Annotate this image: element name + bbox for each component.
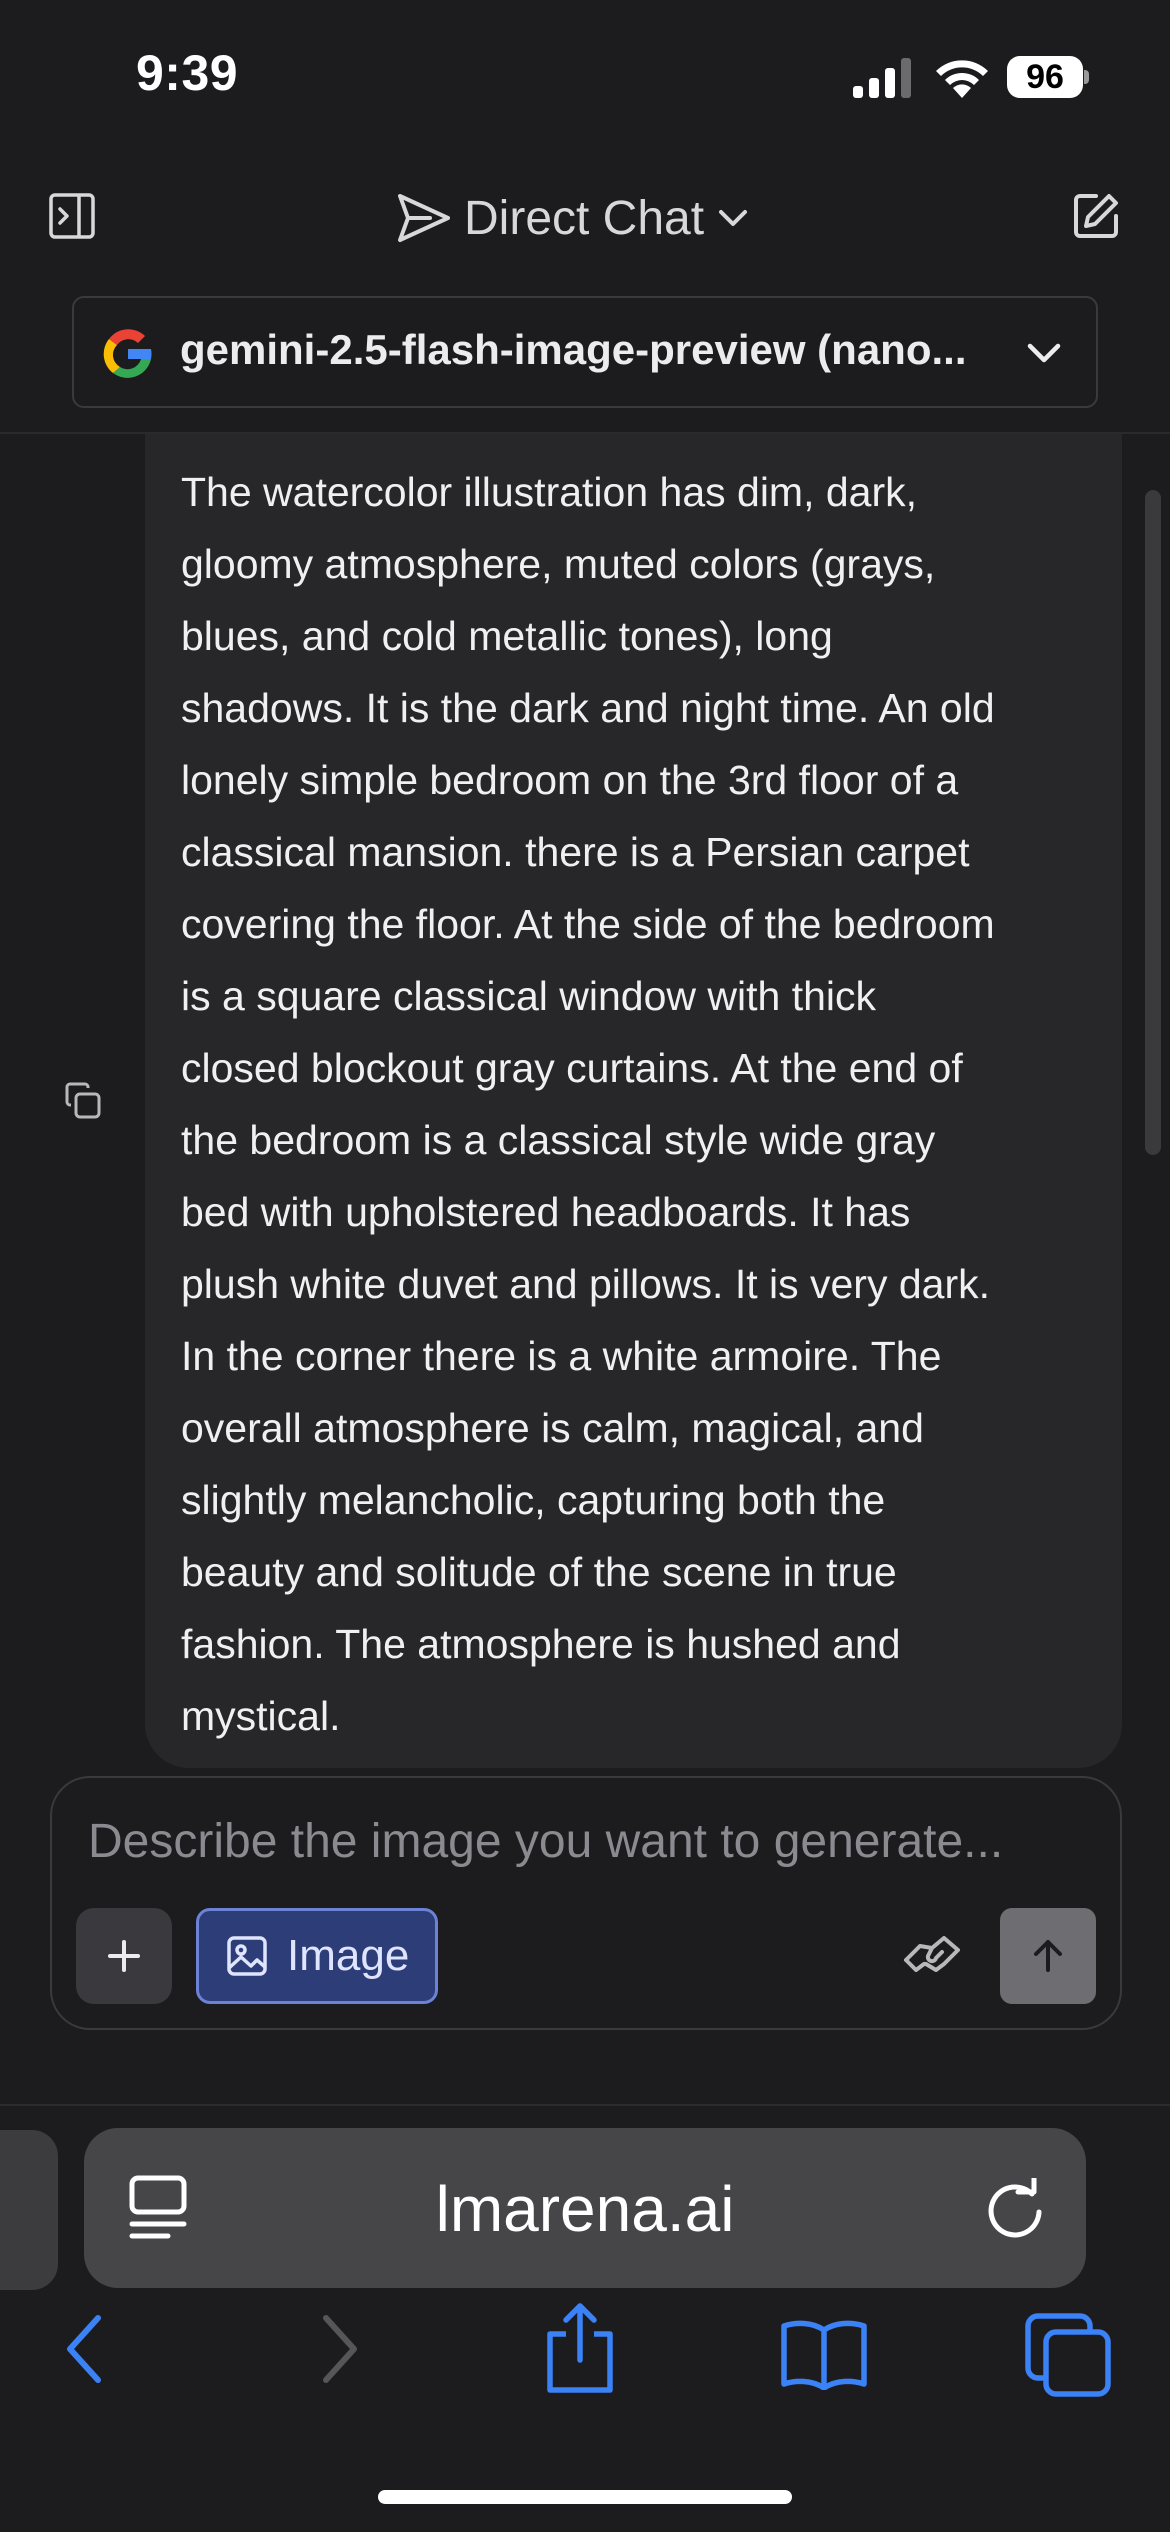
message-line: slightly melancholic, capturing both the bbox=[181, 1477, 886, 1523]
back-icon[interactable] bbox=[60, 2310, 110, 2388]
plus-icon bbox=[108, 1940, 140, 1972]
model-name: gemini-2.5-flash-image-preview (nano... bbox=[180, 326, 967, 373]
battery-level: 96 bbox=[1007, 56, 1083, 98]
copy-icon[interactable] bbox=[64, 1082, 102, 1120]
prompt-composer: Describe the image you want to generate.… bbox=[50, 1776, 1122, 2030]
chat-mode-selector[interactable]: Direct Chat bbox=[396, 188, 750, 248]
screen: 9:39 96 Direct Chat gemini-2.5-flash-ima… bbox=[0, 0, 1170, 2532]
image-mode-button[interactable]: Image bbox=[196, 1908, 438, 2004]
image-button-label: Image bbox=[287, 1931, 410, 1980]
message-line: The watercolor illustration has dim, dar… bbox=[181, 469, 918, 515]
message-line: gloomy atmosphere, muted colors (grays, bbox=[181, 541, 936, 587]
sidebar-toggle-icon[interactable] bbox=[48, 192, 96, 240]
wifi-icon bbox=[936, 60, 988, 98]
address-bar[interactable]: lmarena.ai bbox=[84, 2128, 1086, 2288]
edit-icon[interactable] bbox=[1070, 190, 1122, 242]
url-text: lmarena.ai bbox=[435, 2173, 735, 2245]
message-line: In the corner there is a white armoire. … bbox=[181, 1333, 942, 1379]
add-attachment-button[interactable] bbox=[76, 1908, 172, 2004]
send-button[interactable] bbox=[1000, 1908, 1096, 2004]
bookmarks-icon[interactable] bbox=[778, 2318, 870, 2390]
home-indicator[interactable] bbox=[378, 2490, 792, 2504]
message-line: mystical. bbox=[181, 1693, 341, 1739]
reload-icon[interactable] bbox=[984, 2178, 1046, 2240]
message-line: overall atmosphere is calm, magical, and bbox=[181, 1405, 924, 1451]
chat-scrollbar[interactable] bbox=[1145, 490, 1161, 1155]
message-line: fashion. The atmosphere is hushed and bbox=[181, 1621, 901, 1667]
arrow-up-icon bbox=[1034, 1940, 1062, 1972]
chevron-down-icon bbox=[719, 210, 748, 226]
forward-icon[interactable] bbox=[314, 2310, 364, 2388]
message-line: the bedroom is a classical style wide gr… bbox=[181, 1117, 936, 1163]
prompt-input[interactable]: Describe the image you want to generate.… bbox=[88, 1814, 1088, 1869]
battery-icon: 96 bbox=[1007, 56, 1089, 98]
previous-tab[interactable] bbox=[0, 2130, 58, 2290]
message-line: blues, and cold metallic tones), long bbox=[181, 613, 833, 659]
cellular-signal-icon bbox=[853, 58, 911, 98]
chevron-down-icon bbox=[1027, 343, 1061, 363]
message-line: lonely simple bedroom on the 3rd floor o… bbox=[181, 757, 959, 803]
message-line: covering the floor. At the side of the b… bbox=[181, 901, 995, 947]
user-message: The watercolor illustration has dim, dar… bbox=[145, 434, 1122, 1768]
tabs-icon[interactable] bbox=[1024, 2312, 1112, 2398]
handshake-icon[interactable] bbox=[898, 1918, 968, 1988]
message-line: beauty and solitude of the scene in true bbox=[181, 1549, 897, 1595]
image-icon bbox=[227, 1936, 267, 1976]
message-line: is a square classical window with thick bbox=[181, 973, 876, 1019]
share-icon[interactable] bbox=[540, 2300, 620, 2396]
message-line: closed blockout gray curtains. At the en… bbox=[181, 1045, 963, 1091]
message-line: bed with upholstered headboards. It has bbox=[181, 1189, 911, 1235]
status-time: 9:39 bbox=[136, 45, 239, 101]
chat-mode-title: Direct Chat bbox=[464, 191, 705, 245]
message-text: The watercolor illustration has dim, dar… bbox=[181, 456, 1101, 1752]
message-line: plush white duvet and pillows. It is ver… bbox=[181, 1261, 990, 1307]
google-logo-icon bbox=[103, 329, 152, 378]
model-selector[interactable]: gemini-2.5-flash-image-preview (nano... bbox=[72, 296, 1098, 408]
message-line: shadows. It is the dark and night time. … bbox=[181, 685, 995, 731]
message-line: classical mansion. there is a Persian ca… bbox=[181, 829, 970, 875]
paper-plane-icon bbox=[398, 194, 450, 242]
